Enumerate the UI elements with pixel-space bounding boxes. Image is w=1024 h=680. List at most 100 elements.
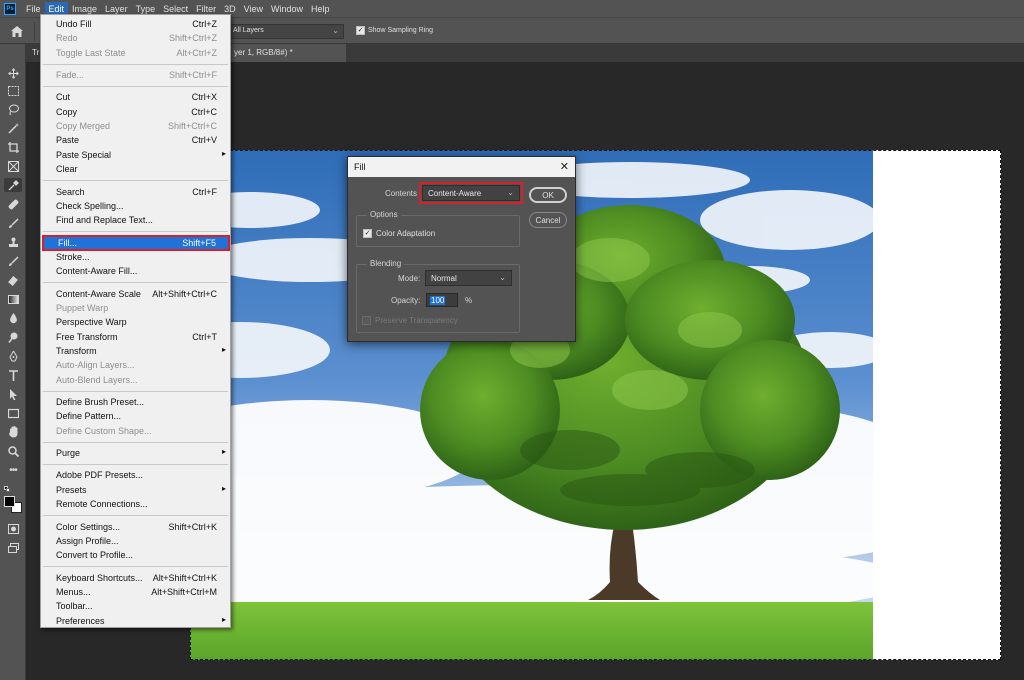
menu-item-label: Check Spelling...	[56, 200, 124, 211]
menu-item-toolbar[interactable]: Toolbar...	[41, 599, 230, 613]
menu-item-free-transform[interactable]: Free Transform Ctrl+T	[41, 330, 230, 344]
menu-item-check-spelling[interactable]: Check Spelling...	[41, 199, 230, 213]
menu-item-clear[interactable]: Clear	[41, 162, 230, 176]
close-icon[interactable]: ✕	[560, 160, 569, 173]
clone-stamp-tool[interactable]	[4, 235, 22, 249]
contents-select[interactable]: Content-Aware ⌄	[419, 182, 523, 204]
document-canvas[interactable]	[190, 150, 1001, 660]
menu-item-transform[interactable]: Transform ▸	[41, 344, 230, 358]
menu-item-copy[interactable]: Copy Ctrl+C	[41, 105, 230, 119]
pen-tool[interactable]	[4, 349, 22, 363]
rectangle-tool[interactable]	[4, 406, 22, 420]
marquee-tool[interactable]	[4, 84, 22, 98]
crop-tool[interactable]	[4, 140, 22, 154]
menu-item-auto-align-layers[interactable]: Auto-Align Layers...	[41, 358, 230, 372]
healing-brush-tool[interactable]	[4, 197, 22, 211]
menu-item-label: Remote Connections...	[56, 499, 148, 510]
menu-item-convert-to-profile[interactable]: Convert to Profile...	[41, 548, 230, 562]
dialog-title-bar[interactable]: Fill ✕	[348, 157, 575, 177]
menu-separator	[43, 85, 228, 87]
menu-item-fade[interactable]: Fade... Shift+Ctrl+F	[41, 68, 230, 82]
zoom-tool[interactable]	[4, 444, 22, 458]
move-tool[interactable]	[4, 66, 22, 80]
type-tool[interactable]	[4, 368, 22, 382]
menu-item-label: Auto-Align Layers...	[56, 360, 135, 371]
menu-item-color-settings[interactable]: Color Settings... Shift+Ctrl+K	[41, 520, 230, 534]
mode-select[interactable]: Normal ⌄	[425, 270, 512, 286]
path-selection-tool[interactable]	[4, 387, 22, 401]
preserve-transparency-checkbox[interactable]: Preserve Transparency	[362, 316, 458, 325]
menu-item-fill[interactable]: Fill... Shift+F5	[42, 234, 230, 251]
menu-view[interactable]: View	[240, 2, 267, 16]
menu-help[interactable]: Help	[307, 2, 334, 16]
lasso-tool[interactable]	[4, 102, 22, 116]
menu-item-redo[interactable]: Redo Shift+Ctrl+Z	[41, 31, 230, 45]
menu-item-toggle-last-state[interactable]: Toggle Last State Alt+Ctrl+Z	[41, 46, 230, 60]
menu-item-purge[interactable]: Purge ▸	[41, 446, 230, 460]
gradient-tool[interactable]	[4, 292, 22, 306]
menu-item-remote-connections[interactable]: Remote Connections...	[41, 497, 230, 511]
menu-item-define-pattern[interactable]: Define Pattern...	[41, 409, 230, 423]
menu-item-adobe-pdf-presets[interactable]: Adobe PDF Presets...	[41, 468, 230, 482]
menu-item-shortcut: Shift+F5	[182, 237, 216, 248]
menu-item-undo-fill[interactable]: Undo Fill Ctrl+Z	[41, 17, 230, 31]
ok-button[interactable]: OK	[529, 187, 567, 203]
menu-window[interactable]: Window	[267, 2, 307, 16]
menu-item-auto-blend-layers[interactable]: Auto-Blend Layers...	[41, 373, 230, 387]
tab-active-document[interactable]: yer 1, RGB/8#) *	[228, 44, 346, 62]
menu-item-content-aware-scale[interactable]: Content-Aware Scale Alt+Shift+Ctrl+C	[41, 287, 230, 301]
show-sampling-ring-toggle[interactable]: ✓ Show Sampling Ring	[356, 26, 433, 35]
menu-item-stroke[interactable]: Stroke...	[41, 250, 230, 264]
menu-separator	[43, 566, 228, 568]
brush-icon	[8, 217, 19, 228]
default-colors-icon[interactable]	[4, 486, 10, 492]
menu-item-label: Toggle Last State	[56, 47, 126, 58]
menu-item-content-aware-fill[interactable]: Content-Aware Fill...	[41, 264, 230, 278]
menu-item-label: Fill...	[58, 237, 77, 248]
menu-item-assign-profile[interactable]: Assign Profile...	[41, 534, 230, 548]
opacity-input[interactable]: 100	[426, 293, 458, 307]
color-adaptation-checkbox[interactable]: ✓ Color Adaptation	[363, 229, 435, 238]
sample-select[interactable]: All Layers ⌄	[228, 24, 344, 39]
color-swatches[interactable]	[4, 486, 22, 514]
menu-item-paste-special[interactable]: Paste Special ▸	[41, 148, 230, 162]
screen-mode-button[interactable]	[4, 541, 22, 555]
hand-tool[interactable]	[4, 425, 22, 439]
menu-item-label: Paste	[56, 135, 80, 146]
menu-item-paste[interactable]: Paste Ctrl+V	[41, 133, 230, 147]
edit-menu-dropdown: Undo Fill Ctrl+Z Redo Shift+Ctrl+Z Toggle La…	[40, 14, 231, 628]
eyedropper-tool[interactable]	[4, 178, 22, 192]
menu-separator	[43, 180, 228, 181]
menu-item-define-brush-preset[interactable]: Define Brush Preset...	[41, 395, 230, 409]
dodge-tool[interactable]	[4, 330, 22, 344]
magic-wand-tool[interactable]	[4, 121, 22, 135]
frame-tool[interactable]	[4, 159, 22, 173]
menu-item-copy-merged[interactable]: Copy Merged Shift+Ctrl+C	[41, 119, 230, 133]
checkbox-checked-icon: ✓	[356, 26, 365, 35]
menu-item-presets[interactable]: Presets ▸	[41, 483, 230, 497]
menu-item-perspective-warp[interactable]: Perspective Warp	[41, 315, 230, 329]
foreground-color-swatch[interactable]	[4, 496, 15, 507]
brush-tool[interactable]	[4, 216, 22, 230]
gradient-icon	[7, 294, 19, 304]
quick-mask-button[interactable]	[4, 522, 22, 536]
menu-item-label: Paste Special	[56, 149, 112, 160]
show-sampling-ring-label: Show Sampling Ring	[368, 27, 433, 34]
eraser-tool[interactable]	[4, 273, 22, 287]
dodge-icon	[7, 332, 17, 343]
menu-item-preferences[interactable]: Preferences ▸	[41, 614, 230, 628]
menu-item-puppet-warp[interactable]: Puppet Warp	[41, 301, 230, 315]
menu-item-search[interactable]: Search Ctrl+F	[41, 185, 230, 199]
more-tools[interactable]: •••	[4, 463, 22, 477]
history-brush-tool[interactable]	[4, 254, 22, 268]
home-button[interactable]	[5, 22, 29, 41]
cancel-button[interactable]: Cancel	[529, 212, 567, 228]
menu-item-cut[interactable]: Cut Ctrl+X	[41, 90, 230, 104]
menu-separator	[43, 390, 228, 392]
menu-item-define-custom-shape[interactable]: Define Custom Shape...	[41, 424, 230, 438]
menu-item-keyboard-shortcuts[interactable]: Keyboard Shortcuts... Alt+Shift+Ctrl+K	[41, 571, 230, 585]
menu-item-shortcut: Shift+Ctrl+F	[168, 70, 217, 81]
blur-tool[interactable]	[4, 311, 22, 325]
menu-item-menus[interactable]: Menus... Alt+Shift+Ctrl+M	[41, 585, 230, 599]
menu-item-find-and-replace-text[interactable]: Find and Replace Text...	[41, 213, 230, 227]
